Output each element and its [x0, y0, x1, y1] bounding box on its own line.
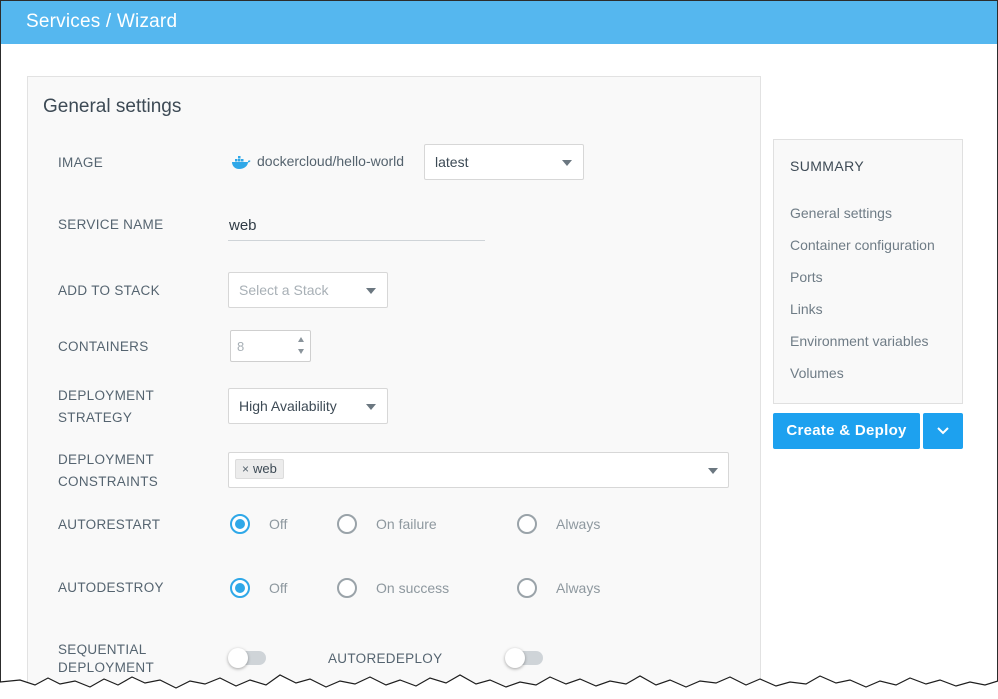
deploy-options-dropdown[interactable] [923, 413, 963, 449]
image-label: IMAGE [58, 155, 104, 170]
autodestroy-on-success-radio[interactable] [337, 578, 357, 598]
autorestart-label: AUTORESTART [58, 517, 161, 532]
autodestroy-off-radio[interactable] [230, 578, 250, 598]
containers-value: 8 [237, 339, 245, 354]
autorestart-on-failure-radio[interactable] [337, 514, 357, 534]
caret-down-icon [562, 160, 572, 166]
caret-down-icon [366, 404, 376, 410]
containers-label: CONTAINERS [58, 339, 149, 354]
torn-edge [0, 674, 998, 699]
image-tag-select[interactable]: latest [424, 144, 584, 180]
create-deploy-button[interactable]: Create & Deploy [773, 413, 920, 449]
autodestroy-label: AUTODESTROY [58, 580, 164, 595]
image-tag-value: latest [435, 154, 469, 170]
summary-item-general-settings[interactable]: General settings [790, 205, 892, 221]
remove-tag-icon[interactable]: × [242, 462, 249, 476]
autodestroy-always-label: Always [556, 580, 601, 596]
stepper-down-icon[interactable] [298, 349, 304, 354]
summary-title: SUMMARY [790, 158, 865, 174]
summary-item-links[interactable]: Links [790, 301, 823, 317]
strategy-select[interactable]: High Availability [228, 388, 388, 424]
summary-item-environment-variables[interactable]: Environment variables [790, 333, 929, 349]
stack-placeholder: Select a Stack [239, 282, 329, 298]
autodestroy-on-success-label: On success [376, 580, 450, 596]
autodestroy-always-radio[interactable] [517, 578, 537, 598]
summary-item-ports[interactable]: Ports [790, 269, 823, 285]
summary-panel: SUMMARY General settings Container confi… [773, 139, 963, 404]
constraints-label-line1: DEPLOYMENT [58, 452, 155, 467]
constraint-tag: × web [235, 459, 284, 479]
top-bar: Services / Wizard [1, 1, 997, 44]
image-name: dockercloud/hello-world [257, 153, 405, 169]
autorestart-off-label: Off [269, 516, 288, 532]
stepper-up-icon[interactable] [298, 337, 304, 342]
caret-down-icon [366, 288, 376, 294]
chevron-down-icon [937, 427, 949, 435]
constraints-multiselect[interactable]: × web [228, 452, 729, 488]
autorestart-always-label: Always [556, 516, 601, 532]
breadcrumb: Services / Wizard [26, 11, 178, 32]
service-name-label: SERVICE NAME [58, 217, 164, 232]
autorestart-off-radio[interactable] [230, 514, 250, 534]
strategy-label-line1: DEPLOYMENT [58, 388, 155, 403]
summary-item-container-configuration[interactable]: Container configuration [790, 237, 935, 253]
general-settings-panel: General settings IMAGE dockercloud/hello… [27, 76, 761, 699]
docker-whale-icon [232, 156, 251, 169]
service-name-input[interactable]: web [228, 209, 485, 241]
containers-stepper[interactable]: 8 [230, 330, 311, 362]
strategy-label-line2: STRATEGY [58, 410, 133, 425]
autorestart-always-radio[interactable] [517, 514, 537, 534]
constraints-label-line2: CONSTRAINTS [58, 474, 159, 489]
constraint-tag-label: web [253, 461, 277, 476]
autorestart-on-failure-label: On failure [376, 516, 437, 532]
stack-label: ADD TO STACK [58, 283, 160, 298]
summary-item-volumes[interactable]: Volumes [790, 365, 844, 381]
service-name-value: web [229, 217, 257, 234]
strategy-value: High Availability [239, 398, 337, 414]
stack-select[interactable]: Select a Stack [228, 272, 388, 308]
autodestroy-off-label: Off [269, 580, 288, 596]
caret-down-icon [708, 468, 718, 474]
panel-title: General settings [43, 96, 182, 117]
